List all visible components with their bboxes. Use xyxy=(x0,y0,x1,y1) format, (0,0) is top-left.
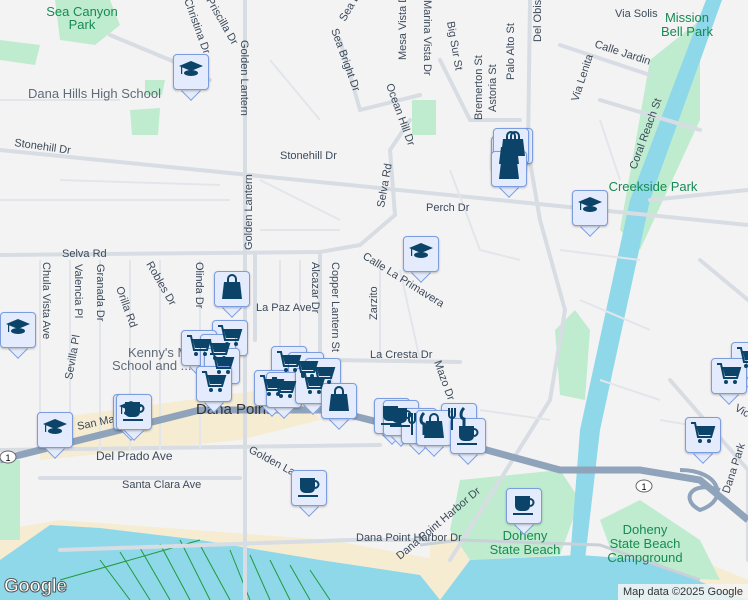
shopping-bag-icon xyxy=(219,273,245,305)
shopping-cart-icon xyxy=(271,375,297,406)
school-icon xyxy=(178,57,204,88)
school-icon xyxy=(577,193,603,224)
street-label: Astoria St xyxy=(487,64,499,112)
shopping-bag-marker[interactable] xyxy=(214,271,250,318)
shopping-bag-icon xyxy=(421,412,447,444)
coffee-marker[interactable] xyxy=(506,488,542,535)
shopping-cart-icon xyxy=(690,420,716,451)
street-label: Golden Lantern xyxy=(243,174,255,250)
coffee-marker[interactable] xyxy=(291,470,327,517)
coffee-icon xyxy=(121,397,147,428)
coffee-icon xyxy=(455,421,481,452)
google-logo: Google xyxy=(3,576,67,598)
street-label: Stonehill Dr xyxy=(280,150,337,162)
shopping-cart-icon xyxy=(201,369,227,400)
coffee-marker[interactable] xyxy=(450,418,486,465)
park-label: Mission xyxy=(665,10,709,25)
school-icon xyxy=(42,415,68,446)
street-label: Del Obispo xyxy=(532,0,544,42)
street-label: Marina Vista Dr xyxy=(421,0,433,76)
shopping-bag-icon xyxy=(496,153,522,185)
street-label: Zarzito xyxy=(368,286,380,320)
map-data-credit[interactable]: Map data ©2025 Google xyxy=(617,584,748,600)
park-label: Bell Park xyxy=(661,24,714,39)
street-label: La Paz Ave xyxy=(256,302,311,314)
park-label: Doheny xyxy=(623,522,668,537)
park-label: State Beach xyxy=(490,542,561,557)
school-icon xyxy=(5,315,31,346)
poi-label: Dana Hills High School xyxy=(28,86,161,101)
school-marker[interactable] xyxy=(403,236,439,283)
shopping-cart-marker[interactable] xyxy=(685,417,721,464)
street-label: Olinda Dr xyxy=(193,262,205,309)
street-label: Alcazar Dr xyxy=(309,262,321,314)
shopping-bag-marker[interactable] xyxy=(416,410,452,457)
school-icon xyxy=(408,239,434,270)
street-label: Mesa Vista Dr xyxy=(397,0,409,60)
shopping-cart-marker[interactable] xyxy=(196,366,232,413)
school-marker[interactable] xyxy=(0,312,36,359)
poi-label: School and ... xyxy=(112,358,192,373)
shopping-cart-icon xyxy=(716,361,742,392)
coffee-marker[interactable] xyxy=(116,394,152,441)
park-label: Campground xyxy=(607,550,682,565)
street-label: La Cresta Dr xyxy=(370,349,433,361)
street-label: Del Prado Ave xyxy=(96,449,173,463)
school-marker[interactable] xyxy=(37,412,73,459)
shopping-bag-icon xyxy=(326,385,352,417)
park-label: Creekside Park xyxy=(609,179,698,194)
street-label: Perch Dr xyxy=(426,202,470,214)
street-label: Bremerton St xyxy=(473,55,485,120)
shopping-bag-marker[interactable] xyxy=(321,383,357,430)
street-label: Chula Vista Ave xyxy=(40,262,52,339)
street-label: Selva Rd xyxy=(62,248,107,260)
coffee-icon xyxy=(511,491,537,522)
svg-text:1: 1 xyxy=(641,482,646,492)
shopping-bag-marker[interactable] xyxy=(491,151,527,198)
coffee-icon xyxy=(296,473,322,504)
street-label: Dana Point Harbor Dr xyxy=(356,532,462,544)
street-label: Santa Clara Ave xyxy=(122,479,201,491)
map-canvas[interactable]: 1 1 Sea Canyon Park Mission Bell Park Cr… xyxy=(0,0,748,600)
street-label: Copper Lantern St xyxy=(329,262,341,352)
school-marker[interactable] xyxy=(572,190,608,237)
svg-text:1: 1 xyxy=(5,453,10,463)
school-marker[interactable] xyxy=(173,54,209,101)
shopping-cart-marker[interactable] xyxy=(711,358,747,405)
park-label: State Beach xyxy=(610,536,681,551)
street-label: Palo Alto St xyxy=(505,23,517,80)
street-label: Golden Lantern xyxy=(238,40,250,116)
street-label: Via Solis xyxy=(615,8,658,20)
street-label: Valencia Pl xyxy=(72,264,84,318)
street-label: Granada Dr xyxy=(94,264,106,322)
park-label: Park xyxy=(69,17,96,32)
